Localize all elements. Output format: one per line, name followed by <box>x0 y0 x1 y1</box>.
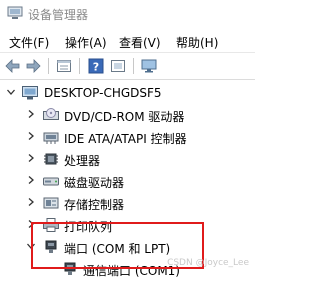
toolbar-separator <box>48 58 49 74</box>
tree-node-processor[interactable]: 处理器 <box>0 148 255 172</box>
watermark: CSDN @Joyce_Lee <box>167 258 249 268</box>
tree-root-label: DESKTOP-CHGDSF5 <box>44 86 162 100</box>
scan-hardware-icon[interactable] <box>110 58 126 74</box>
chevron-down-icon[interactable] <box>6 87 16 97</box>
tree-node-ide[interactable]: IDE ATA/ATAPI 控制器 <box>0 126 255 150</box>
menu-view[interactable]: 查看(V) <box>119 34 161 51</box>
chevron-right-icon[interactable] <box>26 153 36 163</box>
toolbar: ? <box>0 52 255 79</box>
chevron-right-icon[interactable] <box>26 175 36 185</box>
menu-help[interactable]: 帮助(H) <box>176 34 218 51</box>
tree-node-label: 打印队列 <box>64 220 113 234</box>
printer-icon <box>43 218 59 232</box>
tree-node-label: DVD/CD-ROM 驱动器 <box>64 110 185 124</box>
tree-node-storage[interactable]: 存储控制器 <box>0 192 255 216</box>
title-bar: 设备管理器 <box>0 0 255 28</box>
tree-node-dvd[interactable]: DVD/CD-ROM 驱动器 <box>0 104 255 128</box>
menu-action[interactable]: 操作(A) <box>65 34 107 51</box>
window-title: 设备管理器 <box>28 8 89 22</box>
properties-icon[interactable] <box>56 58 72 74</box>
device-tree: DESKTOP-CHGDSF5 DVD/CD-ROM 驱动器 IDE ATA/A… <box>0 79 255 278</box>
monitor-icon[interactable] <box>141 58 157 74</box>
disk-drive-icon <box>43 177 59 186</box>
help-icon[interactable]: ? <box>88 58 104 74</box>
processor-icon <box>44 153 58 165</box>
toolbar-separator <box>133 58 134 74</box>
tree-node-label: 端口 (COM 和 LPT) <box>64 242 171 256</box>
chevron-right-icon[interactable] <box>26 109 36 119</box>
forward-arrow-icon[interactable] <box>25 58 41 74</box>
storage-controller-icon <box>43 197 59 209</box>
chevron-right-icon[interactable] <box>26 219 36 229</box>
port-icon <box>64 262 76 275</box>
tree-node-disk[interactable]: 磁盘驱动器 <box>0 170 255 194</box>
ide-controller-icon <box>43 132 59 144</box>
tree-root[interactable]: DESKTOP-CHGDSF5 <box>0 82 255 106</box>
menu-file[interactable]: 文件(F) <box>9 34 49 51</box>
dvd-drive-icon <box>43 108 59 120</box>
chevron-right-icon[interactable] <box>26 131 36 141</box>
tree-node-print-queue[interactable]: 打印队列 <box>0 214 255 238</box>
tree-node-label: 通信端口 (COM1) <box>83 264 180 278</box>
tree-node-label: 处理器 <box>64 154 101 168</box>
chevron-down-icon[interactable] <box>26 241 36 251</box>
device-manager-icon <box>7 6 23 19</box>
menu-bar: 文件(F) 操作(A) 查看(V) 帮助(H) <box>0 28 255 52</box>
svg-text:?: ? <box>93 61 99 74</box>
toolbar-separator <box>79 58 80 74</box>
computer-icon <box>22 86 38 100</box>
tree-node-label: IDE ATA/ATAPI 控制器 <box>64 132 187 146</box>
back-arrow-icon[interactable] <box>5 58 21 74</box>
tree-node-label: 存储控制器 <box>64 198 125 212</box>
port-icon <box>45 240 57 253</box>
tree-node-label: 磁盘驱动器 <box>64 176 125 190</box>
chevron-right-icon[interactable] <box>26 197 36 207</box>
tree-node-ports[interactable]: 端口 (COM 和 LPT) <box>0 236 255 260</box>
